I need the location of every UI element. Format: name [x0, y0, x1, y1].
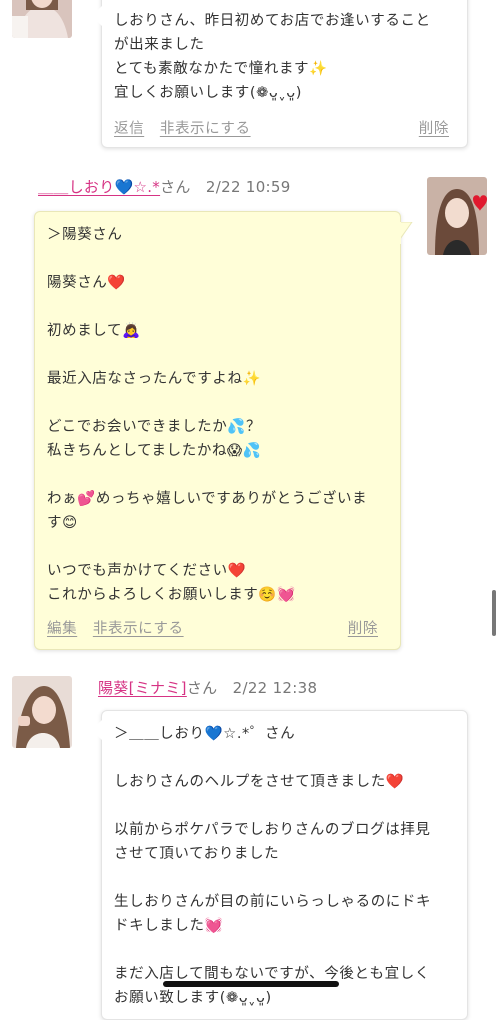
- comment-text-line: [47, 295, 367, 319]
- user-avatar-hinata[interactable]: [12, 0, 72, 38]
- user-avatar-hinata[interactable]: [12, 676, 72, 748]
- comment-bubble-3: ＞＿＿しおり💙☆.*゜さん しおりさんのヘルプをさせて頂きました❤️ 以前からポ…: [101, 710, 468, 1020]
- delete-link[interactable]: 削除: [348, 617, 378, 641]
- comment-bubble-2: ＞陽葵さん 陽葵さん❤️ 初めまして🙇‍♀️ 最近入店なさったんですよね✨ どこ…: [34, 211, 401, 650]
- comment-header: ＿＿しおり💙☆.*さん 2/22 10:59: [38, 176, 291, 197]
- comment-timestamp: 2/22 10:59: [205, 178, 291, 196]
- comment-text-line: ドキしました💓: [114, 918, 224, 934]
- hide-link[interactable]: 非表示にする: [93, 621, 184, 637]
- comment-text-line: 陽葵さん❤️: [47, 275, 127, 291]
- bubble-tail: [91, 6, 102, 26]
- honorific: さん: [186, 679, 218, 697]
- comment-text-line: いつでも声かけてください❤️: [47, 563, 247, 579]
- comment-text-line: 宜しくお願いします(❁ᴗ͈ˬᴗ͈): [114, 85, 302, 101]
- comment-text-line: [47, 247, 367, 271]
- comment-text-line: これからよろしくお願いします☺️💓: [47, 587, 296, 603]
- comment-text-line: 以前からポケパラでしおりさんのブログは拝見: [114, 822, 431, 838]
- comment-author-link[interactable]: 陽葵[ミナミ]: [98, 679, 187, 697]
- comment-bubble-1: しおりさん、昨日初めてお店でお逢いすること が出来ました とても素敵なかたで憧れ…: [101, 0, 468, 148]
- comment-text-line: 初めまして🙇‍♀️: [47, 323, 141, 339]
- comment-text-line: しおりさん、昨日初めてお店でお逢いすること: [114, 13, 431, 29]
- comment-text-line: 私きちんとしてましたかね😱💦: [47, 443, 262, 459]
- home-indicator[interactable]: [163, 981, 339, 987]
- comment-text-line: [114, 794, 431, 818]
- honorific: さん: [160, 178, 191, 196]
- comment-header: 陽葵[ミナミ]さん 2/22 12:38: [98, 677, 317, 698]
- comment-text-line: 生しおりさんが目の前にいらっしゃるのにドキ: [114, 894, 432, 910]
- comment-text-line: わぁ💕めっちゃ嬉しいですありがとうございま: [47, 491, 368, 507]
- comment-text-line: させて頂いておりました: [114, 846, 280, 862]
- comment-text-line: [47, 463, 367, 487]
- comment-text-line: [47, 391, 367, 415]
- user-avatar-shiori[interactable]: [427, 177, 487, 255]
- comment-text-line: [47, 535, 367, 559]
- comment-text-line: どこでお会いできましたか💦？: [47, 419, 262, 435]
- reply-link[interactable]: 返信: [114, 121, 144, 137]
- comment-text-line: す😊: [47, 515, 78, 531]
- comment-text-line: [47, 343, 367, 367]
- comment-text-line: ＞＿＿しおり💙☆.*゜さん: [114, 726, 296, 742]
- edit-link[interactable]: 編集: [47, 621, 77, 637]
- comment-text-line: しおりさんのヘルプをさせて頂きました❤️: [114, 774, 405, 790]
- delete-link[interactable]: 削除: [419, 117, 449, 141]
- bubble-tail: [91, 720, 102, 740]
- comment-text-line: お願い致します(❁ᴗ͈ˬᴗ͈): [114, 990, 272, 1006]
- comment-text-line: [114, 866, 431, 890]
- comment-text-line: が出来ました: [114, 37, 205, 53]
- hide-link[interactable]: 非表示にする: [160, 121, 251, 137]
- comment-text-line: ＞陽葵さん: [47, 227, 123, 243]
- comment-text-line: [114, 938, 431, 962]
- scrollbar[interactable]: [492, 590, 496, 636]
- comment-text-line: 最近入店なさったんですよね✨: [47, 371, 262, 387]
- bubble-tail: [398, 222, 413, 244]
- comment-timestamp: 2/22 12:38: [232, 679, 318, 697]
- comment-text-line: [114, 746, 431, 770]
- comment-author-link[interactable]: ＿＿しおり💙☆.*: [38, 178, 160, 196]
- comment-text-line: とても素敵なかたで憧れます✨: [114, 61, 328, 77]
